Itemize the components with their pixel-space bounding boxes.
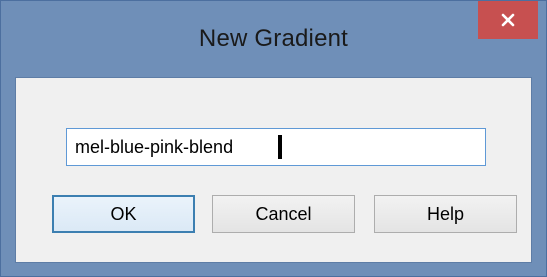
- cancel-button[interactable]: Cancel: [212, 195, 355, 233]
- close-button[interactable]: [478, 1, 538, 39]
- gradient-name-input[interactable]: [66, 128, 486, 166]
- help-button[interactable]: Help: [374, 195, 517, 233]
- new-gradient-dialog: New Gradient OK Cancel Help: [0, 0, 547, 277]
- dialog-title: New Gradient: [198, 25, 349, 52]
- title-bar[interactable]: New Gradient: [1, 1, 546, 77]
- dialog-body: OK Cancel Help: [15, 77, 532, 263]
- text-caret: [278, 135, 282, 159]
- close-icon: [501, 13, 515, 27]
- ok-button[interactable]: OK: [52, 195, 195, 233]
